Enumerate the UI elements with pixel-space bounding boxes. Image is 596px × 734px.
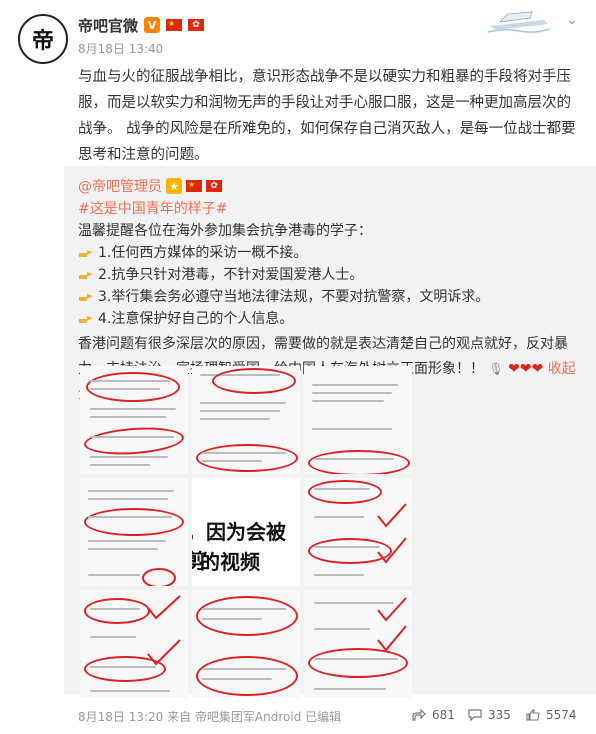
post-text: 与血与火的征服战争相比，意识形态战争不是以硬实力和粗暴的手段将对手压服，而是以软… bbox=[78, 69, 576, 163]
pointing-hand-icon bbox=[79, 294, 93, 301]
list-item-text: 1.任何西方媒体的采访一概不接。 bbox=[98, 245, 308, 261]
chevron-down-icon[interactable]: ⌄ bbox=[566, 12, 578, 28]
list-item-text: 3.举行集会务必遵守当地法律法规，不要对抗警察，文明诉求。 bbox=[98, 289, 490, 305]
comment-action[interactable]: 335 bbox=[468, 708, 511, 722]
thumbnail-text: 的视频 bbox=[200, 550, 260, 574]
hong-kong-flag-icon: ✿ bbox=[188, 19, 205, 31]
share-icon bbox=[412, 709, 426, 721]
like-action[interactable]: 5574 bbox=[526, 708, 577, 722]
hong-kong-flag-icon: ✿ bbox=[206, 180, 222, 192]
comment-count: 335 bbox=[488, 708, 511, 722]
thumbs-up-icon bbox=[526, 709, 540, 721]
hearts-emoji: ❤❤❤ bbox=[508, 361, 544, 377]
screenshot-thumbnail[interactable] bbox=[192, 366, 300, 474]
screenshot-thumbnail[interactable] bbox=[80, 590, 188, 698]
avatar-glyph: 帝 bbox=[31, 28, 54, 54]
name-row: 帝吧官微 V ★ ✿ bbox=[78, 14, 205, 36]
like-count: 5574 bbox=[546, 708, 577, 722]
screenshot-thumbnail[interactable] bbox=[80, 366, 188, 474]
pointing-hand-icon bbox=[79, 272, 93, 279]
avatar[interactable]: 帝 bbox=[18, 14, 68, 64]
list-item-text: 2.抗争只针对港毒，不针对爱国爱港人士。 bbox=[98, 267, 364, 283]
screenshot-thumbnail[interactable] bbox=[304, 590, 412, 698]
microphone-icon: 🎙 bbox=[488, 362, 504, 376]
china-flag-icon: ★ bbox=[186, 180, 202, 192]
repost-action[interactable]: 681 bbox=[412, 708, 455, 722]
repost-vip-icon: ★ bbox=[166, 178, 182, 194]
screenshot-thumbnail[interactable] bbox=[80, 478, 188, 586]
post-time[interactable]: 8月18日 13:40 bbox=[78, 40, 163, 57]
post-header: 帝 帝吧官微 V ★ ✿ 8月18日 13:40 ⌄ bbox=[0, 0, 596, 64]
comment-icon bbox=[468, 709, 482, 721]
speedboat-decoration-icon bbox=[487, 11, 551, 33]
list-item: 1.任何西方媒体的采访一概不接。 bbox=[78, 242, 307, 262]
screenshot-thumbnail[interactable]: ，因为会被剪 的视频 bbox=[192, 478, 300, 586]
screenshot-thumbnail[interactable] bbox=[304, 478, 412, 586]
list-item: 3.举行集会务必遵守当地法律法规，不要对抗警察，文明诉求。 bbox=[78, 286, 489, 306]
list-item-text: 4.注意保护好自己的个人信息。 bbox=[98, 311, 294, 327]
china-flag-icon: ★ bbox=[166, 19, 183, 31]
screenshot-thumbnail[interactable] bbox=[192, 590, 300, 698]
repost-intro: 温馨提醒各位在海外参加集会抗争港毒的学子： bbox=[78, 223, 372, 239]
hashtag-link[interactable]: #这是中国青年的样子# bbox=[78, 198, 227, 218]
repost-author[interactable]: @帝吧管理员 bbox=[78, 176, 162, 196]
screenshot-thumbnail[interactable] bbox=[304, 366, 412, 474]
verified-badge: V bbox=[144, 17, 161, 33]
pointing-hand-icon bbox=[79, 316, 93, 323]
user-name[interactable]: 帝吧官微 bbox=[78, 15, 138, 36]
pointing-hand-icon bbox=[79, 250, 93, 257]
repost-count: 681 bbox=[432, 708, 455, 722]
repost-author-row: @帝吧管理员 ★ ★ ✿ bbox=[78, 176, 222, 196]
list-item: 4.注意保护好自己的个人信息。 bbox=[78, 308, 293, 328]
post-footer-meta: 8月18日 13:20 来自 帝吧集团军Android 已编辑 bbox=[78, 710, 342, 724]
list-item: 2.抗争只针对港毒，不针对爱国爱港人士。 bbox=[78, 264, 363, 284]
